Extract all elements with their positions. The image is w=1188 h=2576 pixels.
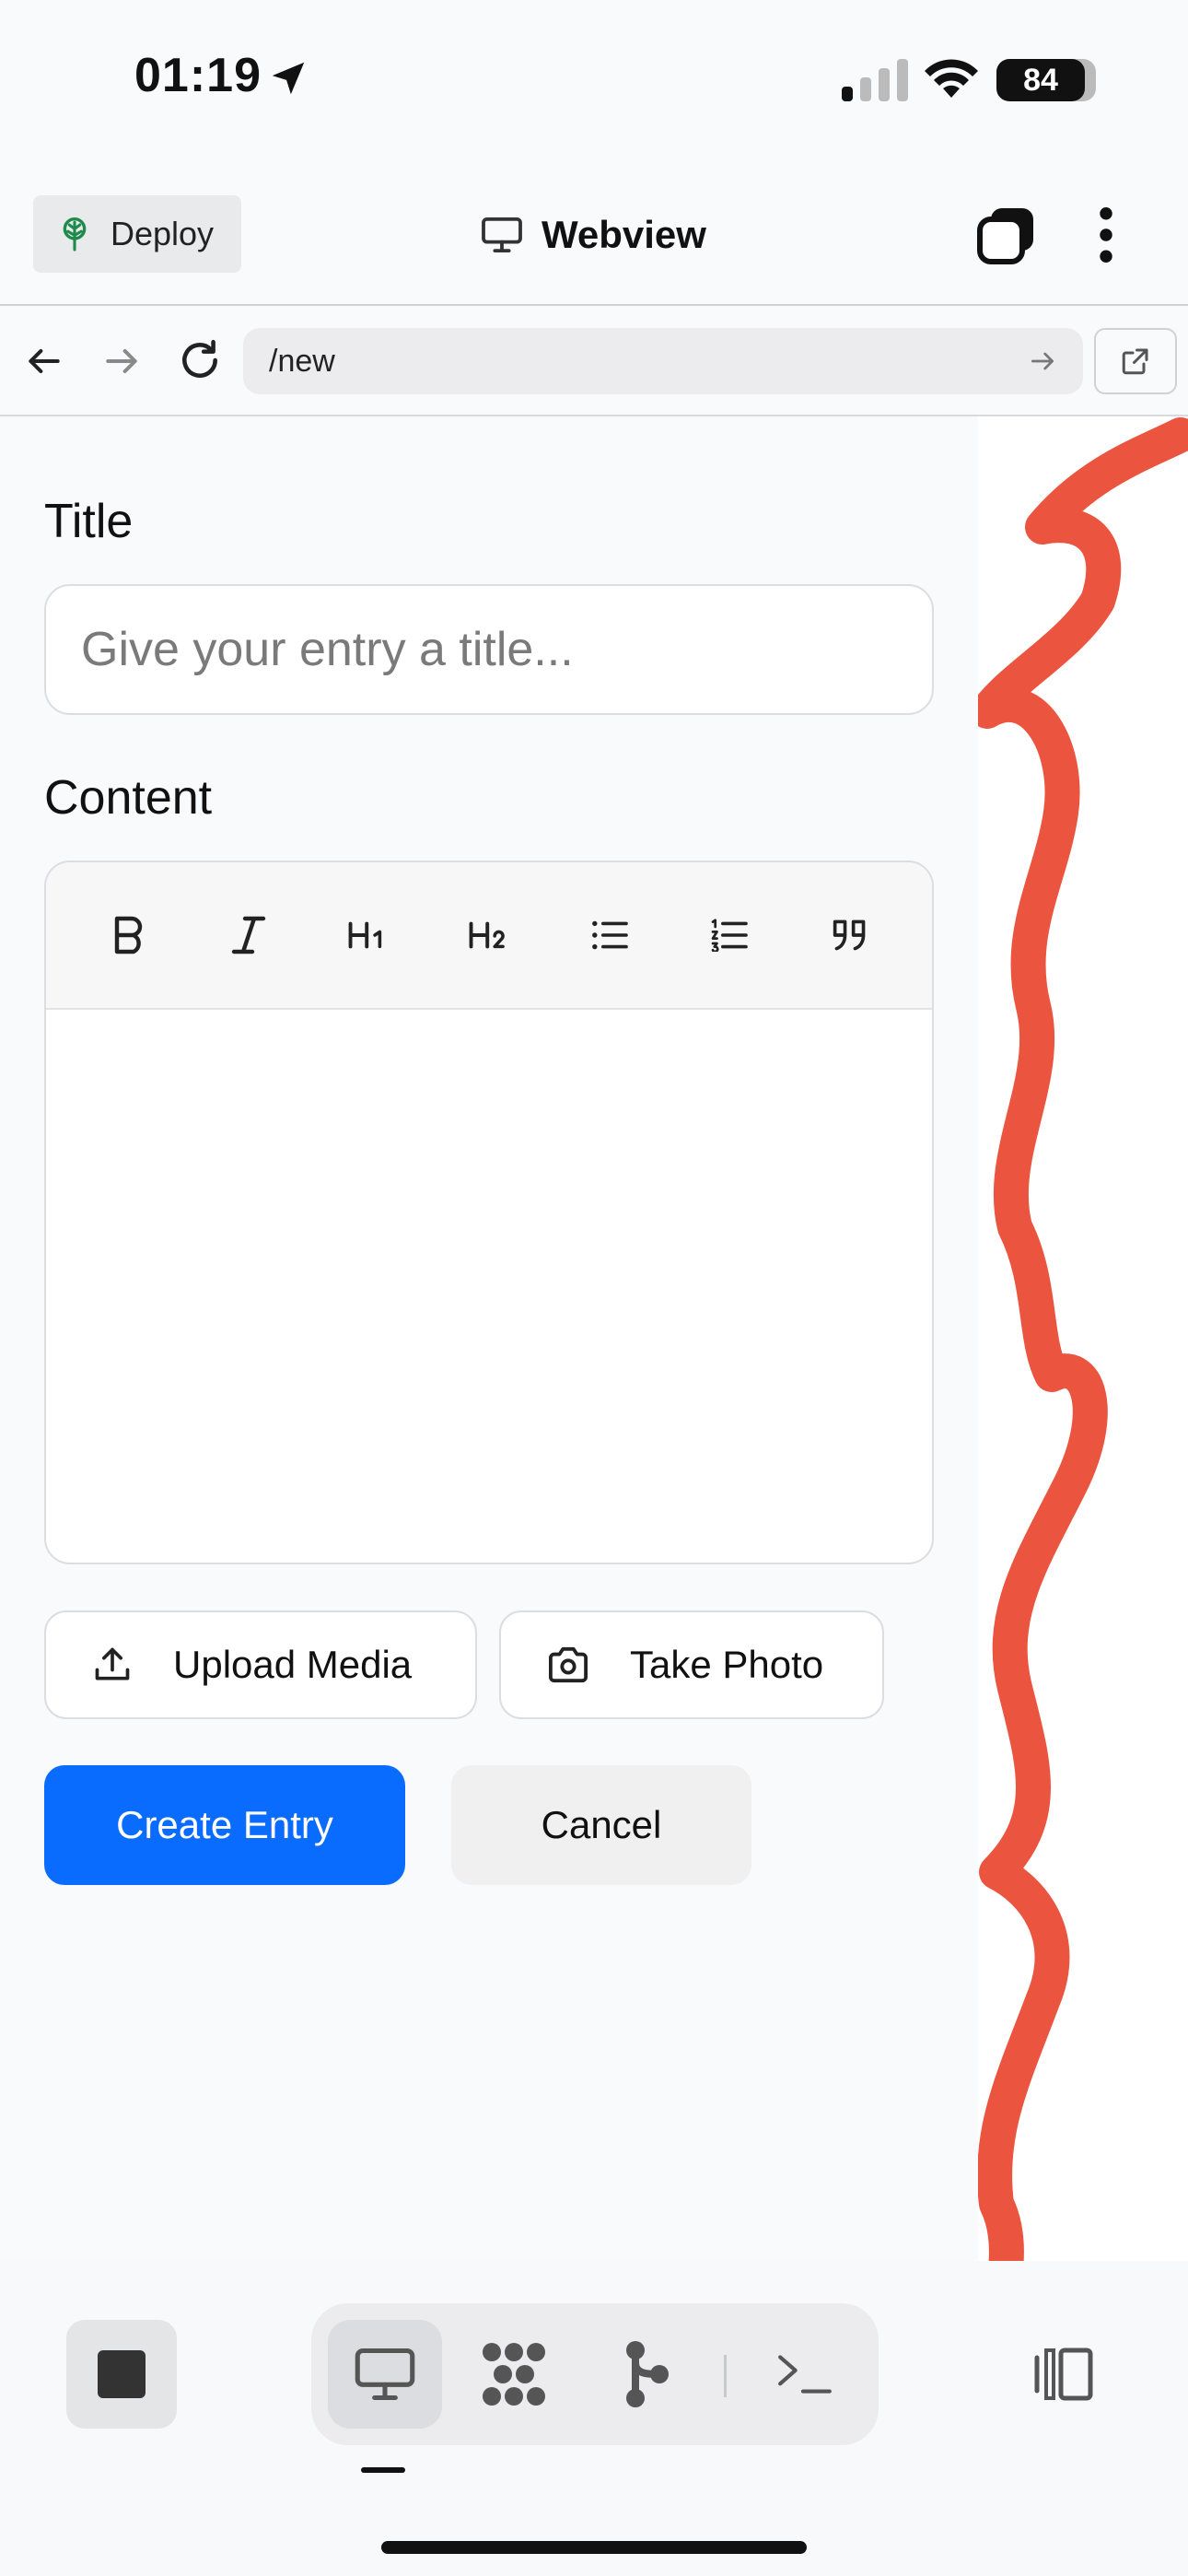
content-editor[interactable] — [44, 861, 934, 1564]
status-time: 01:19 — [134, 49, 262, 102]
dock-separator — [724, 2355, 727, 2397]
panel-toggle-icon — [1034, 2348, 1093, 2401]
url-input[interactable]: /new — [243, 328, 1083, 394]
upload-icon — [95, 1647, 130, 1680]
editor-toolbar — [46, 862, 932, 1010]
photo-label: Take Photo — [630, 1643, 824, 1686]
heading2-button[interactable] — [448, 894, 530, 977]
desktop-view-button[interactable] — [328, 2320, 442, 2429]
create-entry-button[interactable]: Create Entry — [44, 1765, 405, 1885]
content-label: Content — [44, 771, 213, 825]
back-arrow-icon[interactable] — [24, 341, 64, 381]
page-title: Webview — [481, 206, 706, 263]
tabs-button[interactable] — [974, 203, 1039, 267]
location-arrow-icon — [272, 62, 305, 95]
grid-dots-icon — [483, 2343, 545, 2406]
terminal-button[interactable] — [748, 2320, 862, 2429]
battery-level: 84 — [1023, 62, 1058, 98]
active-indicator — [361, 2467, 405, 2473]
bold-icon — [115, 916, 143, 954]
annotation-scribble — [978, 417, 1188, 2443]
quote-button[interactable] — [809, 894, 891, 977]
take-photo-button[interactable]: Take Photo — [499, 1610, 884, 1719]
header-divider — [0, 304, 1188, 306]
italic-button[interactable] — [207, 894, 290, 977]
deploy-button[interactable]: Deploy — [33, 195, 241, 273]
more-icon — [1100, 207, 1112, 263]
cancel-button[interactable]: Cancel — [451, 1765, 751, 1885]
bullet-list-icon — [591, 920, 628, 950]
monitor-icon — [482, 217, 522, 253]
git-branch-button[interactable] — [589, 2320, 704, 2429]
forward-arrow-icon[interactable] — [101, 341, 142, 381]
more-button[interactable] — [1090, 206, 1122, 263]
signal-icon — [842, 59, 908, 101]
title-label: Title — [44, 495, 134, 548]
bullet-list-button[interactable] — [568, 894, 651, 977]
branch-icon — [626, 2341, 669, 2407]
battery-icon: 84 — [996, 59, 1085, 101]
stop-button[interactable] — [66, 2320, 177, 2429]
editor-body[interactable] — [46, 1010, 932, 1563]
deploy-label: Deploy — [111, 215, 215, 252]
quote-icon — [833, 919, 866, 951]
italic-icon — [231, 916, 266, 954]
home-indicator — [381, 2541, 807, 2554]
desktop-icon — [355, 2348, 415, 2401]
terminal-icon — [778, 2355, 832, 2394]
camera-icon — [549, 1646, 588, 1683]
go-arrow-icon[interactable] — [1028, 346, 1057, 376]
title-text: Webview — [542, 213, 706, 256]
title-input[interactable] — [44, 584, 934, 715]
upload-media-button[interactable]: Upload Media — [44, 1610, 477, 1719]
external-link-icon — [1122, 348, 1148, 375]
tree-icon — [63, 217, 87, 252]
workspace-button[interactable] — [457, 2320, 571, 2429]
ordered-list-button[interactable] — [688, 894, 771, 977]
upload-label: Upload Media — [173, 1643, 413, 1686]
ordered-list-icon — [711, 919, 748, 952]
open-external-button[interactable] — [1094, 328, 1177, 394]
stop-icon — [98, 2350, 146, 2398]
heading1-button[interactable] — [327, 894, 410, 977]
heading2-icon — [469, 921, 505, 949]
url-path: /new — [269, 343, 335, 379]
reload-icon[interactable] — [177, 337, 223, 383]
heading1-icon — [348, 921, 382, 949]
tabs-icon — [977, 208, 1033, 264]
panel-toggle-button[interactable] — [1031, 2340, 1101, 2408]
wifi-icon — [925, 59, 978, 98]
bold-button[interactable] — [87, 894, 169, 977]
